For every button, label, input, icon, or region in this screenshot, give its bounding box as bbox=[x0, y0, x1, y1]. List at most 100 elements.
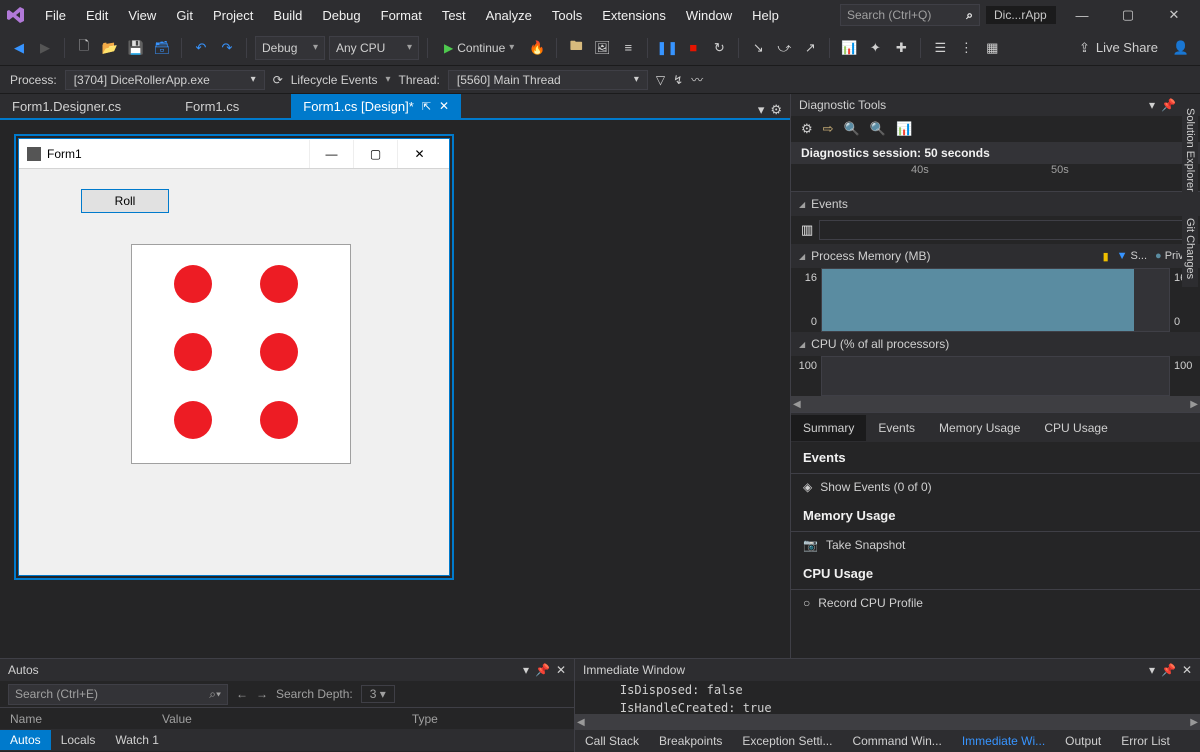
nav-back-icon[interactable]: ← bbox=[236, 687, 248, 701]
lifecycle-label[interactable]: Lifecycle Events bbox=[291, 73, 378, 87]
diag-tab-cpu[interactable]: CPU Usage bbox=[1032, 415, 1119, 441]
tab-watch1[interactable]: Watch 1 bbox=[105, 730, 169, 750]
step-into-icon[interactable]: ↘ bbox=[747, 37, 769, 59]
timeline-ruler[interactable]: 40s 50s bbox=[791, 164, 1200, 192]
immediate-scrollbar[interactable]: ◀▶ bbox=[575, 714, 1200, 730]
menu-build[interactable]: Build bbox=[264, 4, 311, 27]
step-over-icon[interactable]: ⤻ bbox=[773, 37, 795, 59]
diag-tab-events[interactable]: Events bbox=[866, 415, 927, 441]
pin-icon[interactable]: ⇱ bbox=[422, 100, 431, 113]
memory-section-header[interactable]: Process Memory (MB) ▮ ▼S... ●Priv... bbox=[791, 244, 1200, 268]
zoom-out-icon[interactable]: 🔍 bbox=[870, 121, 886, 137]
tab-immediate[interactable]: Immediate Wi... bbox=[952, 731, 1055, 751]
list-icon[interactable]: ≡ bbox=[617, 37, 639, 59]
graph-icon[interactable]: 〰 bbox=[691, 71, 703, 88]
memory-graph[interactable] bbox=[821, 268, 1170, 332]
tool-icon[interactable]: ✦ bbox=[864, 37, 886, 59]
menu-git[interactable]: Git bbox=[167, 4, 202, 27]
roll-button[interactable]: Roll bbox=[81, 189, 169, 213]
tab-locals[interactable]: Locals bbox=[51, 730, 106, 750]
form-close[interactable]: ✕ bbox=[397, 140, 441, 168]
save-all-icon[interactable]: 🗃 bbox=[151, 37, 173, 59]
form-minimize[interactable]: — bbox=[309, 140, 353, 168]
nav-fwd-icon[interactable]: → bbox=[256, 687, 268, 701]
tab-output[interactable]: Output bbox=[1055, 731, 1111, 751]
maximize-button[interactable]: ▢ bbox=[1108, 2, 1148, 28]
events-filter-icon[interactable]: ▥ bbox=[801, 222, 813, 238]
save-icon[interactable]: 💾 bbox=[125, 37, 147, 59]
menu-view[interactable]: View bbox=[119, 4, 165, 27]
quick-search-box[interactable]: Search (Ctrl+Q) ⌕ bbox=[840, 4, 980, 26]
image-icon[interactable]: 🖼 bbox=[591, 37, 613, 59]
tab-autos[interactable]: Autos bbox=[0, 730, 51, 750]
tab-designer-cs[interactable]: Form1.Designer.cs bbox=[0, 94, 133, 118]
menu-extensions[interactable]: Extensions bbox=[593, 4, 675, 27]
configuration-dropdown[interactable]: Debug bbox=[255, 36, 325, 60]
menu-format[interactable]: Format bbox=[372, 4, 431, 27]
panel-pin-icon[interactable]: 📌 bbox=[1161, 98, 1176, 112]
menu-debug[interactable]: Debug bbox=[313, 4, 369, 27]
back-button[interactable]: ◀ bbox=[8, 37, 30, 59]
account-icon[interactable]: 👤 bbox=[1170, 37, 1192, 59]
diag-tab-memory[interactable]: Memory Usage bbox=[927, 415, 1032, 441]
form-maximize[interactable]: ▢ bbox=[353, 140, 397, 168]
thread-dropdown[interactable]: [5560] Main Thread bbox=[448, 70, 648, 90]
live-share-button[interactable]: ⇪ Live Share bbox=[1071, 40, 1166, 56]
tab-breakpoints[interactable]: Breakpoints bbox=[649, 731, 732, 751]
lifecycle-icon[interactable]: ⟳ bbox=[273, 73, 283, 87]
menu-project[interactable]: Project bbox=[204, 4, 262, 27]
stack-icon[interactable]: ↯ bbox=[673, 73, 683, 87]
close-button[interactable]: ✕ bbox=[1154, 2, 1194, 28]
tabs-dropdown-icon[interactable]: ▾ bbox=[758, 102, 765, 118]
align2-icon[interactable]: ⋮ bbox=[955, 37, 977, 59]
show-events-link[interactable]: ◈Show Events (0 of 0) bbox=[791, 474, 1200, 500]
tab-errorlist[interactable]: Error List bbox=[1111, 731, 1180, 751]
diag-tab-summary[interactable]: Summary bbox=[791, 415, 866, 441]
menu-analyze[interactable]: Analyze bbox=[477, 4, 541, 27]
undo-icon[interactable]: ↶ bbox=[190, 37, 212, 59]
zoom-in-icon[interactable]: 🔍 bbox=[844, 121, 860, 137]
take-snapshot-link[interactable]: 📷Take Snapshot bbox=[791, 532, 1200, 558]
menu-window[interactable]: Window bbox=[677, 4, 741, 27]
settings-icon[interactable]: ⚙ bbox=[801, 121, 813, 137]
restart-icon[interactable]: ↻ bbox=[708, 37, 730, 59]
process-dropdown[interactable]: [3704] DiceRollerApp.exe bbox=[65, 70, 265, 90]
events-section-header[interactable]: Events bbox=[791, 192, 1200, 216]
cpu-section-header[interactable]: CPU (% of all processors) bbox=[791, 332, 1200, 356]
dice-panel[interactable] bbox=[131, 244, 351, 464]
diag-scrollbar[interactable]: ◀▶ bbox=[791, 396, 1200, 412]
autos-search-box[interactable]: Search (Ctrl+E)⌕▾ bbox=[8, 684, 228, 705]
tab-form1-cs[interactable]: Form1.cs bbox=[173, 94, 251, 118]
open-icon[interactable]: 📂 bbox=[99, 37, 121, 59]
depth-dropdown[interactable]: 3 ▾ bbox=[361, 685, 395, 703]
tab-callstack[interactable]: Call Stack bbox=[575, 731, 649, 751]
pause-icon[interactable]: ❚❚ bbox=[656, 37, 678, 59]
chart-icon[interactable]: 📊 bbox=[838, 37, 860, 59]
menu-tools[interactable]: Tools bbox=[543, 4, 591, 27]
design-surface[interactable]: Form1 — ▢ ✕ Roll bbox=[0, 120, 790, 658]
stop-icon[interactable]: ■ bbox=[682, 37, 704, 59]
immediate-output[interactable]: IsDisposed: false IsHandleCreated: true bbox=[575, 681, 1200, 714]
align-icon[interactable]: ☰ bbox=[929, 37, 951, 59]
panel-dropdown-icon[interactable]: ▾ bbox=[1149, 98, 1155, 112]
tab-form1-design[interactable]: Form1.cs [Design]* ⇱ ✕ bbox=[291, 94, 461, 118]
platform-dropdown[interactable]: Any CPU bbox=[329, 36, 419, 60]
new-item-icon[interactable]: 🗋 bbox=[73, 37, 95, 59]
grid-icon[interactable]: ▦ bbox=[981, 37, 1003, 59]
menu-edit[interactable]: Edit bbox=[77, 4, 117, 27]
winforms-form[interactable]: Form1 — ▢ ✕ Roll bbox=[18, 138, 450, 576]
events-search-box[interactable] bbox=[819, 220, 1190, 240]
record-cpu-link[interactable]: ○Record CPU Profile bbox=[791, 590, 1200, 616]
close-tab-icon[interactable]: ✕ bbox=[439, 99, 449, 113]
tab-command[interactable]: Command Win... bbox=[842, 731, 951, 751]
side-tab-git-changes[interactable]: Git Changes bbox=[1182, 210, 1198, 287]
export-icon[interactable]: ⇨ bbox=[823, 121, 834, 137]
redo-icon[interactable]: ↷ bbox=[216, 37, 238, 59]
menu-help[interactable]: Help bbox=[743, 4, 788, 27]
chart-tool-icon[interactable]: 📊 bbox=[896, 121, 912, 137]
continue-button[interactable]: ▶ Continue ▾ bbox=[436, 36, 522, 60]
tab-exceptions[interactable]: Exception Setti... bbox=[732, 731, 842, 751]
tabs-settings-icon[interactable]: ⚙ bbox=[770, 102, 782, 118]
menu-file[interactable]: File bbox=[36, 4, 75, 27]
menu-test[interactable]: Test bbox=[433, 4, 475, 27]
